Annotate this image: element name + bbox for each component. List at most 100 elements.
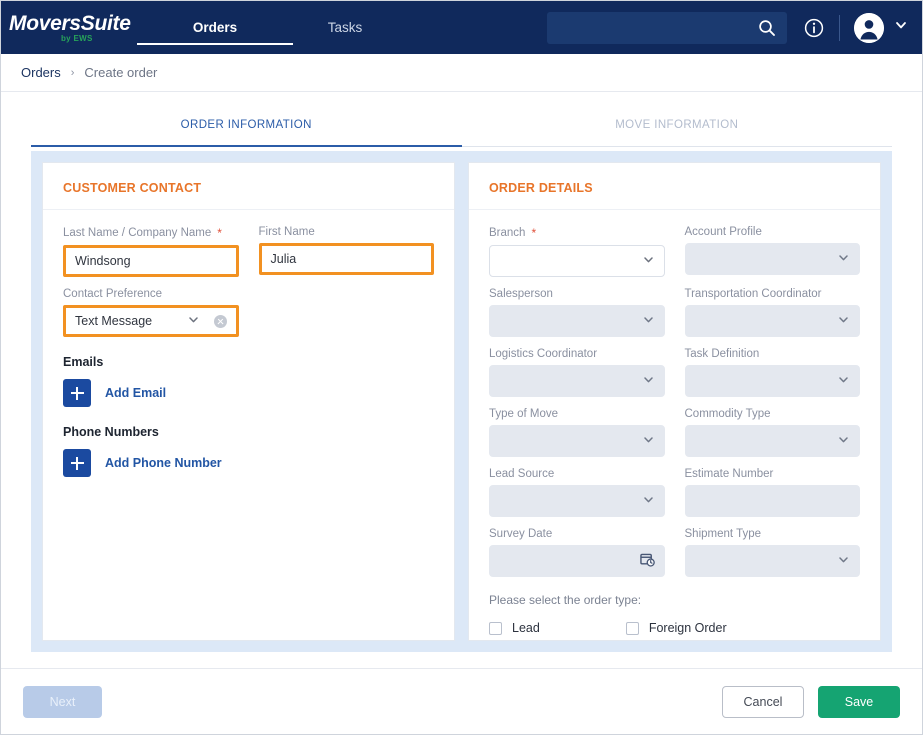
add-phone-label[interactable]: Add Phone Number <box>105 456 222 470</box>
commodity-type-chevron-down-icon[interactable] <box>837 433 850 449</box>
account-profile-chevron-down-icon[interactable] <box>837 251 850 267</box>
form-container: CUSTOMER CONTACT Last Name / Company Nam… <box>31 151 892 652</box>
branch-select[interactable] <box>489 245 665 277</box>
breadcrumb: Orders › Create order <box>1 54 922 92</box>
create-order-page: MoversSuite by EWS Orders Tasks <box>0 0 923 735</box>
first-name-field: First Name Julia <box>259 226 435 277</box>
type-of-move-select[interactable] <box>489 425 665 457</box>
global-search[interactable] <box>547 12 787 44</box>
info-circle-icon[interactable] <box>803 17 825 39</box>
survey-date-input[interactable] <box>489 545 665 577</box>
last-name-required-marker: * <box>217 226 222 240</box>
contact-preference-select[interactable]: Text Message <box>63 305 239 337</box>
transportation-coordinator-chevron-down-icon[interactable] <box>837 313 850 329</box>
add-phone-row: Add Phone Number <box>63 449 434 477</box>
nav-item-orders-label: Orders <box>193 20 237 35</box>
salesperson-label-text: Salesperson <box>489 288 553 300</box>
task-definition-label: Task Definition <box>685 348 861 360</box>
logistics-row: Logistics Coordinator Task D <box>489 348 860 397</box>
branch-chevron-down-icon[interactable] <box>642 253 655 269</box>
contact-preference-clear-icon[interactable] <box>214 315 227 328</box>
account-profile-select[interactable] <box>685 243 861 275</box>
lead-source-chevron-down-icon[interactable] <box>642 493 655 509</box>
calendar-clock-icon[interactable] <box>640 552 655 570</box>
shipment-type-select[interactable] <box>685 545 861 577</box>
type-of-move-chevron-down-icon[interactable] <box>642 433 655 449</box>
breadcrumb-separator-icon: › <box>71 67 75 79</box>
first-name-input[interactable]: Julia <box>259 243 435 275</box>
contact-preference-label-text: Contact Preference <box>63 288 162 300</box>
checkbox-foreign-order[interactable]: Foreign Order <box>626 621 727 635</box>
user-avatar-icon[interactable] <box>854 13 884 43</box>
search-icon[interactable] <box>757 18 777 38</box>
search-input[interactable] <box>557 20 757 36</box>
tab-move-information-label: MOVE INFORMATION <box>615 119 738 131</box>
customer-contact-body: Last Name / Company Name * Windsong Firs… <box>43 210 454 640</box>
logistics-coordinator-chevron-down-icon[interactable] <box>642 373 655 389</box>
nav-item-tasks-label: Tasks <box>328 20 363 35</box>
tab-move-information[interactable]: MOVE INFORMATION <box>462 103 893 146</box>
salesperson-select[interactable] <box>489 305 665 337</box>
lead-source-label: Lead Source <box>489 468 665 480</box>
save-button[interactable]: Save <box>818 686 900 718</box>
lead-source-field: Lead Source <box>489 468 665 517</box>
last-name-label-text: Last Name / Company Name <box>63 227 211 239</box>
estimate-number-input[interactable] <box>685 485 861 517</box>
checkbox-foreign-order-box[interactable] <box>626 622 639 635</box>
checkbox-lead-box[interactable] <box>489 622 502 635</box>
transportation-coordinator-label-text: Transportation Coordinator <box>685 288 822 300</box>
account-profile-label: Account Profile <box>685 226 861 238</box>
shipment-type-label-text: Shipment Type <box>685 528 762 540</box>
salesperson-chevron-down-icon[interactable] <box>642 313 655 329</box>
add-email-row: Add Email <box>63 379 434 407</box>
first-name-label: First Name <box>259 226 435 238</box>
customer-contact-panel: CUSTOMER CONTACT Last Name / Company Nam… <box>42 162 455 641</box>
add-phone-plus-icon[interactable] <box>63 449 91 477</box>
contact-preference-field: Contact Preference Text Message <box>63 288 239 337</box>
first-name-value: Julia <box>271 252 297 266</box>
nav-item-orders[interactable]: Orders <box>161 1 269 54</box>
logistics-coordinator-field: Logistics Coordinator <box>489 348 665 397</box>
lead-source-select[interactable] <box>489 485 665 517</box>
nav-item-tasks[interactable]: Tasks <box>291 1 399 54</box>
move-type-row: Type of Move Commodity Type <box>489 408 860 457</box>
branch-label-text: Branch <box>489 227 525 239</box>
contact-preference-chevron-down-icon[interactable] <box>187 313 200 329</box>
panels-row: CUSTOMER CONTACT Last Name / Company Nam… <box>42 162 881 641</box>
checkbox-lead[interactable]: Lead <box>489 621 540 635</box>
breadcrumb-orders-link[interactable]: Orders <box>21 65 61 80</box>
next-button[interactable]: Next <box>23 686 102 718</box>
user-menu-chevron-down-icon[interactable] <box>894 18 908 37</box>
task-definition-select[interactable] <box>685 365 861 397</box>
cancel-button[interactable]: Cancel <box>722 686 804 718</box>
contact-preference-spacer <box>259 288 435 337</box>
form-tabs: ORDER INFORMATION MOVE INFORMATION <box>31 103 892 147</box>
task-definition-chevron-down-icon[interactable] <box>837 373 850 389</box>
order-details-title: ORDER DETAILS <box>469 163 880 210</box>
shipment-type-field: Shipment Type <box>685 528 861 577</box>
commodity-type-label: Commodity Type <box>685 408 861 420</box>
tab-order-information[interactable]: ORDER INFORMATION <box>31 103 462 146</box>
name-field-row: Last Name / Company Name * Windsong Firs… <box>63 226 434 277</box>
logistics-coordinator-select[interactable] <box>489 365 665 397</box>
commodity-type-label-text: Commodity Type <box>685 408 771 420</box>
transportation-coordinator-select[interactable] <box>685 305 861 337</box>
order-details-body: Branch * Acc <box>469 210 880 645</box>
emails-heading: Emails <box>63 355 434 369</box>
commodity-type-select[interactable] <box>685 425 861 457</box>
add-email-label[interactable]: Add Email <box>105 386 166 400</box>
first-name-label-text: First Name <box>259 226 315 238</box>
shipment-type-chevron-down-icon[interactable] <box>837 553 850 569</box>
type-of-move-label: Type of Move <box>489 408 665 420</box>
brand-logo[interactable]: MoversSuite by EWS <box>9 13 139 43</box>
logistics-coordinator-label: Logistics Coordinator <box>489 348 665 360</box>
survey-row: Survey Date <box>489 528 860 577</box>
customer-contact-title: CUSTOMER CONTACT <box>43 163 454 210</box>
type-of-move-field: Type of Move <box>489 408 665 457</box>
last-name-input[interactable]: Windsong <box>63 245 239 277</box>
add-email-plus-icon[interactable] <box>63 379 91 407</box>
task-definition-label-text: Task Definition <box>685 348 760 360</box>
account-profile-label-text: Account Profile <box>685 226 762 238</box>
salesperson-label: Salesperson <box>489 288 665 300</box>
breadcrumb-current: Create order <box>84 65 157 80</box>
